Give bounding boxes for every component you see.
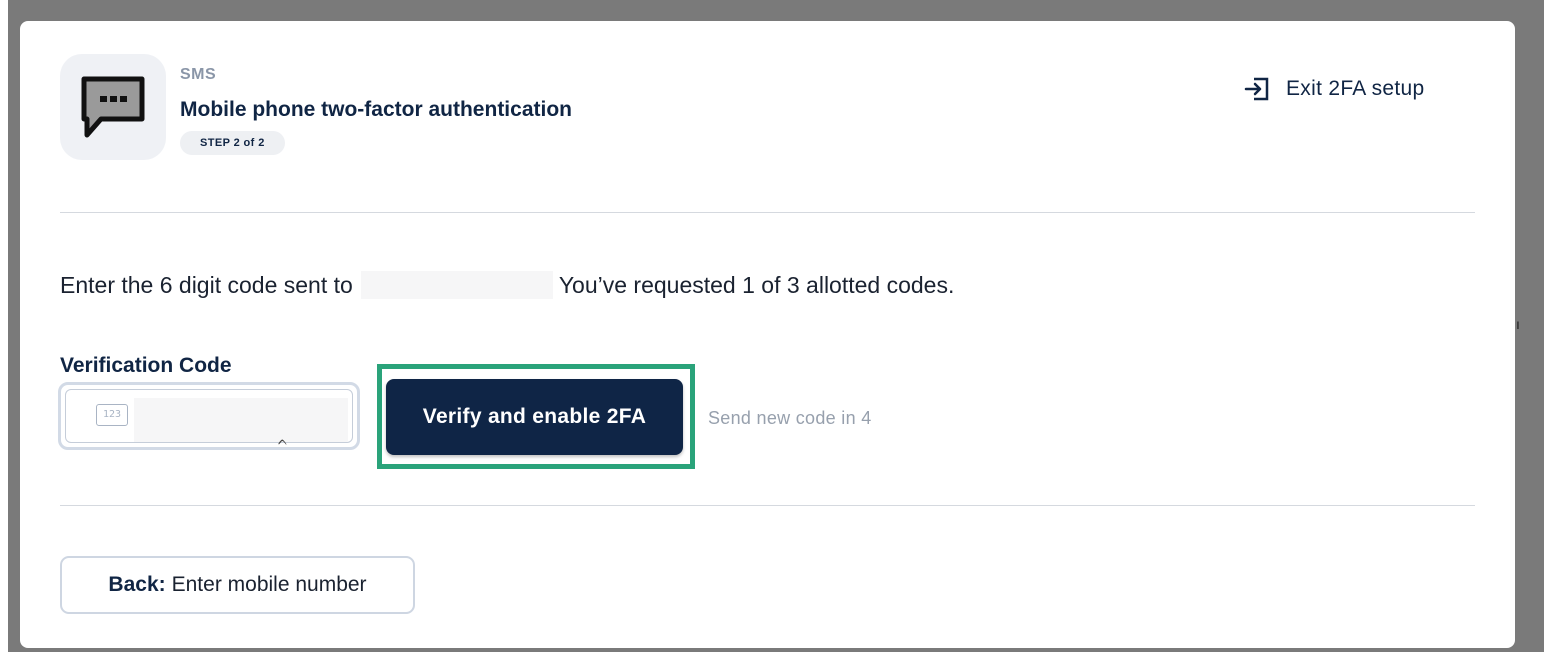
back-label-bold: Back: [108,573,166,596]
header-text: SMS Mobile phone two-factor authenticati… [180,66,572,155]
verify-and-enable-button[interactable]: Verify and enable 2FA [386,379,683,455]
back-label-text: Enter mobile number [171,573,367,596]
page-title: Mobile phone two-factor authentication [180,98,572,121]
header-divider [60,212,1475,213]
exit-2fa-label: Exit 2FA setup [1286,77,1425,100]
verification-code-field-inner: 123 ᨈ [65,389,353,448]
verification-code-input[interactable] [134,398,348,442]
back-button[interactable]: Back: Enter mobile number [60,556,415,614]
two-factor-setup-modal: SMS Mobile phone two-factor authenticati… [20,21,1515,648]
backdrop-glyph: ı [1516,316,1520,332]
redacted-phone-number [360,271,553,299]
instruction-text: Enter the 6 digit code sent to You’ve re… [60,270,954,300]
verification-code-label: Verification Code [60,354,232,377]
text-cursor-icon: ᨈ [278,434,289,448]
backdrop-edge [0,0,8,652]
instruction-prefix: Enter the 6 digit code sent to [60,272,353,298]
sms-icon-tile [60,54,166,160]
instruction-suffix: You’ve requested 1 of 3 allotted codes. [558,272,955,298]
resend-countdown: Send new code in 4 [708,408,872,428]
verification-code-field: 123 ᨈ [58,382,360,450]
exit-arrow-icon [1244,77,1269,101]
exit-2fa-setup-link[interactable]: Exit 2FA setup [1244,76,1424,102]
footer-divider [60,505,1475,506]
chat-bubble-icon [81,76,145,138]
numeric-input-icon: 123 [96,404,128,426]
step-badge: STEP 2 of 2 [180,131,285,155]
method-eyebrow: SMS [180,66,217,83]
